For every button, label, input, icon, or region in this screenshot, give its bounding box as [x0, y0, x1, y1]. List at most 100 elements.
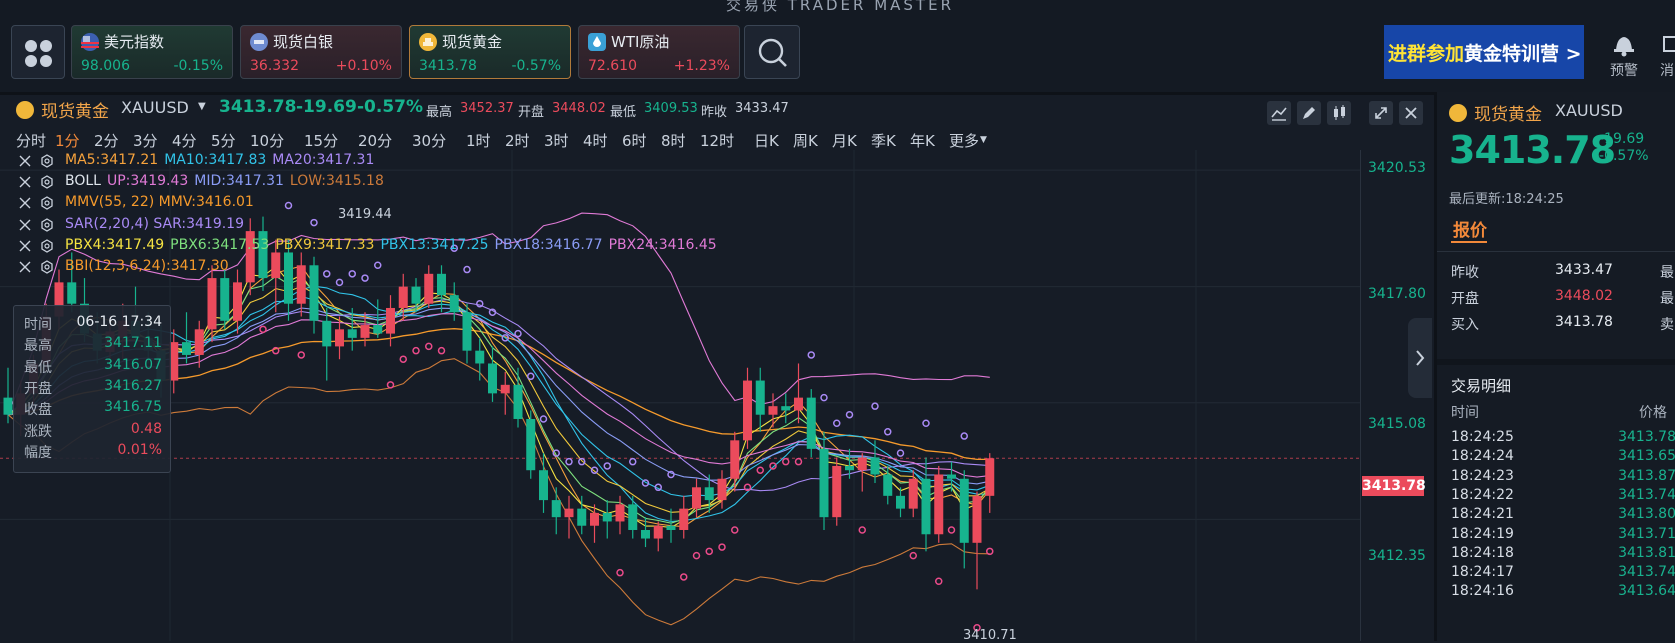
timeframe-15[interactable]: 8时: [661, 130, 686, 151]
sar-dot: [527, 372, 535, 381]
promo-banner[interactable]: 进群参加黄金特训营 >: [1384, 25, 1584, 79]
timeframe-5[interactable]: 5分: [211, 130, 236, 151]
grid-icon: [25, 40, 52, 67]
settings-icon[interactable]: [40, 175, 54, 189]
sar-dot: [820, 393, 828, 402]
candle-body: [870, 457, 880, 475]
close-icon[interactable]: [18, 239, 32, 253]
tooltip-row: 最高 3417.11: [24, 335, 162, 357]
trade-time: 18:24:19: [1451, 525, 1514, 542]
symbol-code[interactable]: XAUUSD: [121, 98, 189, 117]
close-icon[interactable]: [18, 154, 32, 168]
timeframe-14[interactable]: 6时: [622, 130, 647, 151]
settings-icon[interactable]: [40, 217, 54, 232]
timeframe-10[interactable]: 1时: [466, 130, 491, 151]
candle-body: [679, 508, 689, 530]
timeframe-21[interactable]: 年K: [910, 130, 935, 151]
ticker-price: 3413.78: [419, 58, 477, 74]
menu-grid-button[interactable]: [11, 25, 65, 79]
timeframe-4[interactable]: 4分: [172, 130, 197, 151]
close-icon[interactable]: [18, 196, 32, 210]
panel-toggle-button[interactable]: [1408, 318, 1432, 398]
candle-body: [896, 495, 905, 509]
symbol-name[interactable]: 现货黄金: [41, 97, 109, 122]
timeframe-0[interactable]: 分时: [16, 130, 46, 151]
tab-quote[interactable]: 报价: [1453, 216, 1487, 241]
pen-tool-button[interactable]: [1297, 101, 1321, 125]
timeframe-20[interactable]: 季K: [871, 130, 896, 151]
timeframe-19[interactable]: 月K: [832, 130, 857, 151]
tooltip-row: 涨跌 0.48: [24, 421, 162, 443]
close-chart-button[interactable]: [1399, 101, 1423, 125]
ticker-price: 72.610: [588, 58, 637, 74]
indicator-value: MA20:3417.31: [272, 152, 375, 168]
settings-icon[interactable]: [40, 196, 54, 211]
sar-dot: [361, 274, 369, 282]
close-icon[interactable]: [18, 260, 32, 274]
candle-body: [959, 478, 969, 543]
sar-dots: [259, 201, 994, 632]
candle-body: [845, 465, 854, 471]
stat-label: 开盘: [1451, 291, 1479, 307]
stat-label-2: 最: [1660, 265, 1674, 281]
trade-row: 18:24:16 3413.64: [1451, 583, 1675, 603]
indicator-value: UP:3419.43: [106, 173, 189, 190]
close-icon[interactable]: [18, 218, 32, 232]
timeframe-12[interactable]: 3时: [544, 130, 569, 151]
candle-style-button[interactable]: [1327, 101, 1351, 125]
alert-button[interactable]: 预警: [1596, 30, 1652, 85]
sar-dot: [386, 381, 395, 389]
trade-price: 3413.74: [1618, 564, 1675, 581]
sar-dot: [756, 466, 764, 474]
candle-body: [806, 397, 816, 449]
timeframe-1[interactable]: 1分: [55, 130, 80, 151]
settings-icon[interactable]: [40, 260, 54, 274]
candle-body: [883, 474, 893, 496]
timeframe-3[interactable]: 3分: [133, 130, 158, 151]
trade-time: 18:24:17: [1451, 564, 1514, 581]
settings-icon[interactable]: [40, 239, 54, 253]
y-tick-label: 3417.80: [1368, 286, 1426, 302]
timeframe-17[interactable]: 日K: [754, 130, 779, 151]
line-tool-icon: [1271, 107, 1287, 121]
stat-label-2: 最: [1660, 291, 1674, 307]
timeframe-2[interactable]: 2分: [94, 130, 119, 151]
timeframe-18[interactable]: 周K: [793, 130, 818, 151]
timeframe-9[interactable]: 30分: [412, 130, 446, 151]
chevron-down-icon[interactable]: ▼: [980, 135, 987, 145]
timeframe-8[interactable]: 20分: [358, 130, 392, 151]
search-button[interactable]: [744, 25, 800, 79]
message-button[interactable]: 消: [1660, 30, 1675, 85]
ticker-tile-gold[interactable]: 现货黄金 3413.78 -0.57%: [409, 25, 571, 79]
fullscreen-button[interactable]: [1369, 101, 1393, 125]
timeframe-11[interactable]: 2时: [505, 130, 530, 151]
open-value: 3448.02: [552, 101, 606, 116]
ticker-tile-usd-index[interactable]: 美元指数 98.006 -0.15%: [71, 25, 233, 79]
indicator-value: SAR(2,20,4) SAR:3419.19: [65, 215, 244, 232]
sar-dot: [896, 449, 905, 457]
draw-line-button[interactable]: [1267, 101, 1291, 125]
timeframe-22[interactable]: 更多: [949, 130, 979, 151]
candle-body: [794, 397, 803, 411]
timeframe-13[interactable]: 4时: [583, 130, 608, 151]
chevron-down-icon[interactable]: ▼: [198, 101, 206, 112]
timeframe-6[interactable]: 10分: [250, 130, 284, 151]
y-axis-line: [1360, 150, 1361, 641]
sar-dot: [323, 270, 331, 278]
ticker-tile-silver[interactable]: 现货白银 36.332 +0.10%: [240, 25, 402, 79]
settings-icon[interactable]: [40, 154, 54, 168]
timeframe-7[interactable]: 15分: [304, 130, 338, 151]
bell-icon: [1614, 37, 1634, 57]
ticker-name: WTI原油: [611, 33, 670, 51]
timeframe-16[interactable]: 12时: [700, 130, 734, 151]
candle-body: [832, 465, 842, 518]
sar-dot: [629, 457, 637, 466]
candle-body: [526, 418, 536, 471]
candle-body: [475, 350, 485, 364]
sar-dot: [284, 201, 293, 210]
close-icon[interactable]: [18, 175, 32, 189]
trade-price: 3413.80: [1618, 506, 1675, 523]
banner-highlight: 进群参加: [1388, 43, 1465, 65]
ticker-tile-wti-oil[interactable]: WTI原油 72.610 +1.23%: [578, 25, 740, 79]
indicator-value: PBX18:3416.77: [494, 236, 603, 253]
